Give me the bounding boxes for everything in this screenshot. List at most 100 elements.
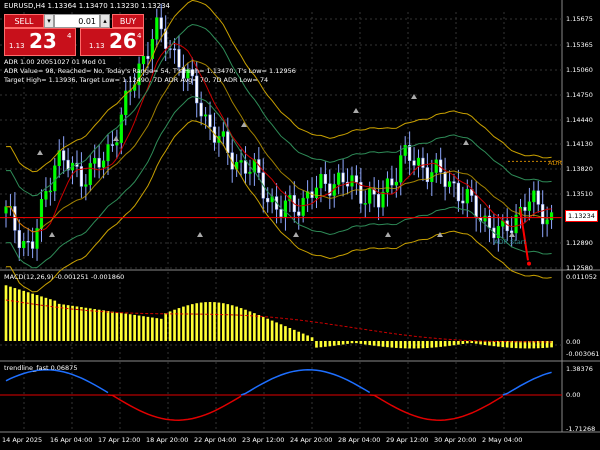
macd-tick: -0.003061 bbox=[566, 350, 600, 358]
buy-price-big: 26 bbox=[109, 29, 137, 53]
sell-quote[interactable]: 1.13 23 4 bbox=[4, 28, 76, 56]
time-tick: 24 Apr 20:00 bbox=[290, 436, 333, 444]
price-tick: 1.12580 bbox=[566, 264, 593, 272]
candle bbox=[159, 17, 163, 30]
macd-bar bbox=[328, 341, 332, 347]
macd-bar bbox=[13, 288, 17, 341]
macd-bar bbox=[386, 341, 389, 348]
price-tick: 1.13820 bbox=[566, 165, 593, 173]
sell-button[interactable]: SELL bbox=[4, 14, 44, 28]
macd-bar bbox=[457, 341, 460, 345]
macd-bar bbox=[182, 306, 185, 341]
macd-signal-line bbox=[5, 299, 552, 343]
candle bbox=[53, 165, 57, 192]
price-tick: 1.14440 bbox=[566, 116, 593, 124]
candle bbox=[341, 172, 345, 183]
candle bbox=[177, 49, 181, 68]
macd-bar bbox=[399, 341, 403, 349]
macd-bar bbox=[66, 305, 70, 341]
candle bbox=[474, 195, 478, 218]
macd-bar bbox=[403, 341, 407, 349]
macd-bar bbox=[257, 315, 261, 341]
candle bbox=[337, 172, 341, 185]
candle bbox=[523, 206, 527, 211]
candle bbox=[377, 194, 381, 208]
adr-info-line-1: ADR 1.00 20051027 01 Mod 01 bbox=[4, 58, 107, 66]
fractal-arrow bbox=[293, 232, 299, 237]
macd-bar bbox=[49, 299, 52, 341]
lot-size-input[interactable]: 0.01 bbox=[54, 14, 100, 28]
macd-bar bbox=[261, 316, 265, 341]
macd-bar bbox=[315, 341, 318, 348]
macd-bar bbox=[199, 302, 203, 341]
macd-bar bbox=[541, 341, 545, 349]
macd-bar bbox=[306, 335, 309, 341]
macd-bar bbox=[337, 341, 340, 346]
candle bbox=[545, 219, 549, 225]
macd-bar bbox=[230, 305, 234, 341]
macd-bar bbox=[284, 326, 287, 341]
candle bbox=[541, 204, 545, 225]
macd-bar bbox=[359, 341, 363, 344]
lot-decrease-button[interactable]: ▾ bbox=[44, 14, 54, 28]
buy-quote[interactable]: 1.13 26 4 bbox=[80, 28, 144, 56]
macd-bar bbox=[443, 341, 447, 347]
fractal-arrow bbox=[49, 232, 55, 237]
price-tick: 1.15060 bbox=[566, 66, 593, 74]
candle bbox=[141, 55, 146, 65]
candle bbox=[155, 17, 159, 40]
candle bbox=[44, 191, 48, 200]
price-tick: 1.14750 bbox=[566, 91, 593, 99]
candle bbox=[17, 230, 21, 249]
price-tick: 1.13510 bbox=[566, 190, 593, 198]
buy-price-sup: 4 bbox=[137, 32, 142, 40]
macd-bar bbox=[17, 289, 21, 341]
candle bbox=[443, 171, 447, 187]
time-tick: 28 Apr 04:00 bbox=[338, 436, 381, 444]
buy-button[interactable]: BUY bbox=[112, 14, 144, 28]
macd-bar bbox=[124, 313, 128, 341]
candle bbox=[456, 182, 461, 202]
candle bbox=[266, 197, 270, 203]
price-tick: 1.15675 bbox=[566, 15, 593, 23]
time-tick: 17 Apr 12:00 bbox=[98, 436, 141, 444]
candle bbox=[447, 181, 452, 187]
macd-bar bbox=[292, 329, 296, 341]
candle bbox=[239, 160, 243, 163]
macd-bar bbox=[301, 333, 305, 341]
trendline-negative bbox=[108, 395, 552, 420]
macd-bar bbox=[84, 307, 88, 341]
macd-bar bbox=[235, 306, 238, 341]
macd-bar bbox=[275, 322, 278, 341]
macd-bar bbox=[93, 309, 97, 341]
trendline-positive bbox=[5, 369, 552, 396]
lot-increase-button[interactable]: ▴ bbox=[100, 14, 110, 28]
price-tick: 1.12890 bbox=[566, 239, 593, 247]
macd-bar bbox=[363, 341, 367, 345]
macd-bar bbox=[470, 341, 474, 344]
macd-bar bbox=[324, 341, 327, 347]
candle bbox=[102, 160, 106, 168]
macd-bar bbox=[4, 285, 8, 341]
candle bbox=[119, 114, 123, 143]
sell-price-prefix: 1.13 bbox=[9, 42, 25, 50]
candle bbox=[243, 160, 248, 174]
macd-bar bbox=[137, 315, 141, 341]
candle bbox=[399, 155, 403, 183]
macd-bar bbox=[115, 312, 119, 341]
candle bbox=[408, 145, 412, 161]
adr-label: ADR bbox=[548, 159, 562, 167]
macd-bar bbox=[346, 341, 349, 344]
macd-bar bbox=[270, 320, 274, 341]
macd-bar bbox=[57, 303, 61, 341]
macd-bar bbox=[288, 328, 292, 341]
time-tick: 22 Apr 04:00 bbox=[194, 436, 237, 444]
fractal-arrow bbox=[385, 232, 391, 237]
macd-bar bbox=[421, 341, 425, 349]
candle bbox=[385, 178, 390, 193]
fractal-arrow bbox=[113, 136, 119, 141]
macd-bar bbox=[35, 295, 39, 341]
macd-bar bbox=[372, 341, 376, 346]
candle bbox=[31, 241, 35, 249]
macd-bar bbox=[350, 341, 354, 344]
